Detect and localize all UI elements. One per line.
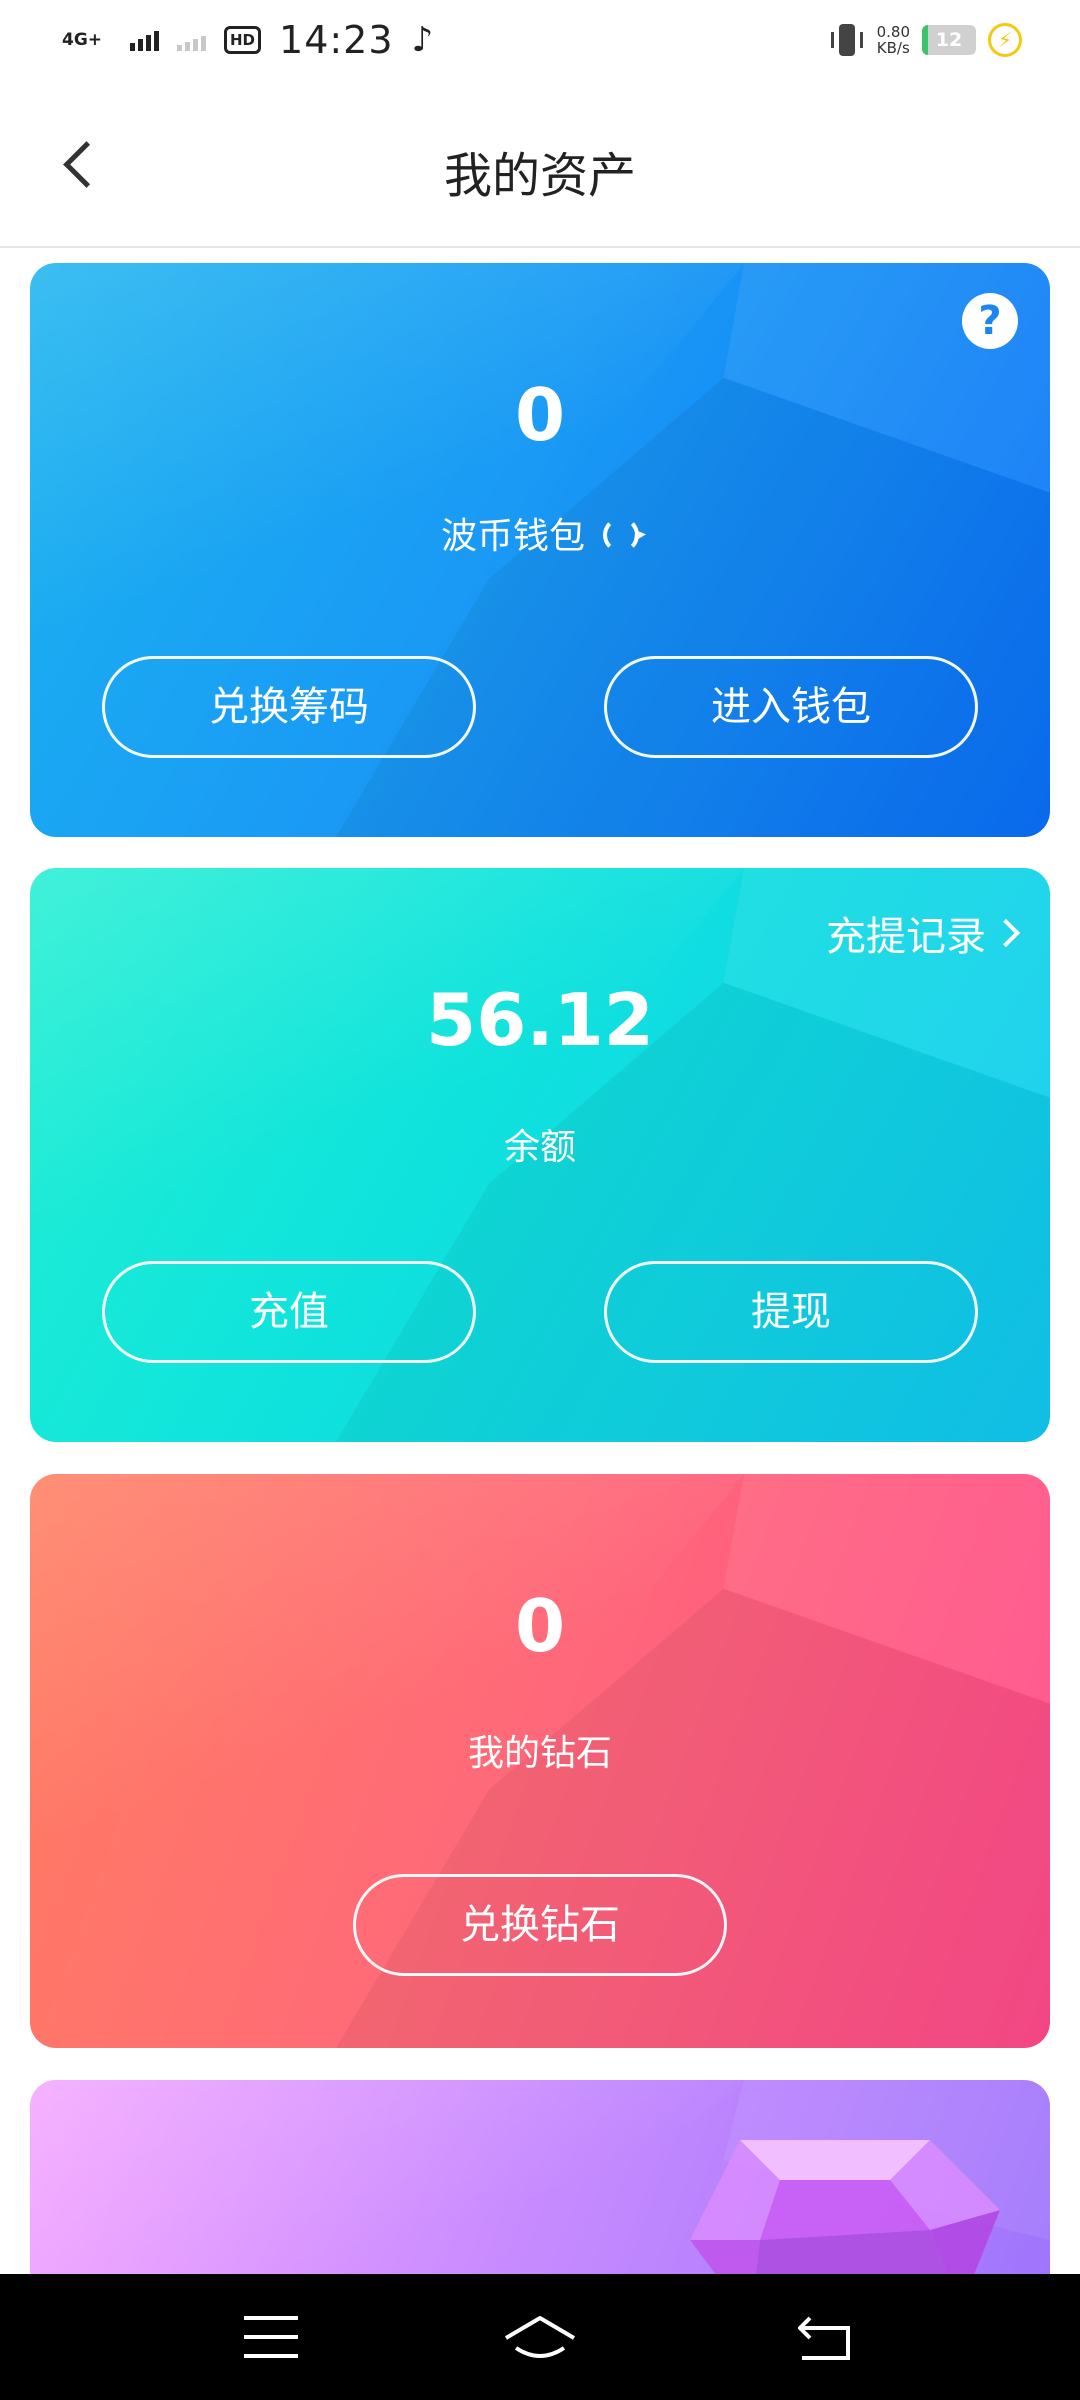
diamond-value: 0 (514, 1584, 566, 1668)
exchange-chips-button[interactable]: 兑换筹码 (102, 656, 476, 758)
chevron-right-icon (991, 918, 1021, 948)
balance-value: 56.12 (426, 978, 654, 1062)
back-icon[interactable] (796, 2314, 852, 2362)
tiktok-icon: ♪ (411, 20, 434, 60)
vibrate-icon (829, 22, 865, 58)
status-bar: 4G+ HD 14:23 ♪ 0.80 KB/s 12 ⚡ (0, 0, 1080, 90)
app-header: 我的资产 (0, 110, 1080, 248)
speed-unit: KB/s (876, 39, 910, 57)
speed-value: 0.80 (876, 23, 910, 41)
balance-label: 余额 (503, 1127, 576, 1168)
withdraw-button[interactable]: 提现 (604, 1261, 978, 1363)
network-speed: 0.80 KB/s (877, 24, 910, 56)
signal-icon (130, 29, 159, 51)
home-icon[interactable] (502, 2312, 578, 2368)
battery-icon: 12 (922, 25, 976, 55)
clock: 14:23 (279, 18, 394, 62)
network-type: 4G+ (62, 29, 103, 50)
system-nav-bar (0, 2274, 1080, 2400)
signal-sim2-icon (177, 29, 206, 51)
menu-icon[interactable] (244, 2316, 298, 2358)
wallet-label-row: 波币钱包 (30, 507, 1050, 559)
records-link-label: 充提记录 (826, 914, 986, 960)
records-link[interactable]: 充提记录 (826, 904, 1021, 962)
balance-card: 充提记录 56.12 余额 充值 提现 (30, 868, 1050, 1442)
question-circle-icon[interactable]: ? (962, 293, 1018, 349)
diamond-card: 0 我的钻石 兑换钻石 (30, 1474, 1050, 2048)
status-left: 4G+ HD 14:23 ♪ (62, 18, 433, 62)
battery-level: 12 (935, 29, 963, 51)
wallet-label: 波币钱包 (440, 516, 585, 557)
status-right: 0.80 KB/s 12 ⚡ (829, 22, 1022, 58)
enter-wallet-button[interactable]: 进入钱包 (604, 656, 978, 758)
diamond-label: 我的钻石 (467, 1733, 612, 1774)
wallet-card: ? 0 波币钱包 兑换筹码 进入钱包 (30, 263, 1050, 837)
page-title: 我的资产 (443, 148, 636, 204)
recharge-button[interactable]: 充值 (102, 1261, 476, 1363)
hd-badge: HD (224, 26, 262, 54)
exchange-diamond-button[interactable]: 兑换钻石 (353, 1874, 727, 1976)
refresh-icon[interactable] (603, 517, 639, 553)
charging-icon: ⚡ (988, 23, 1022, 57)
wallet-value: 0 (514, 373, 566, 457)
